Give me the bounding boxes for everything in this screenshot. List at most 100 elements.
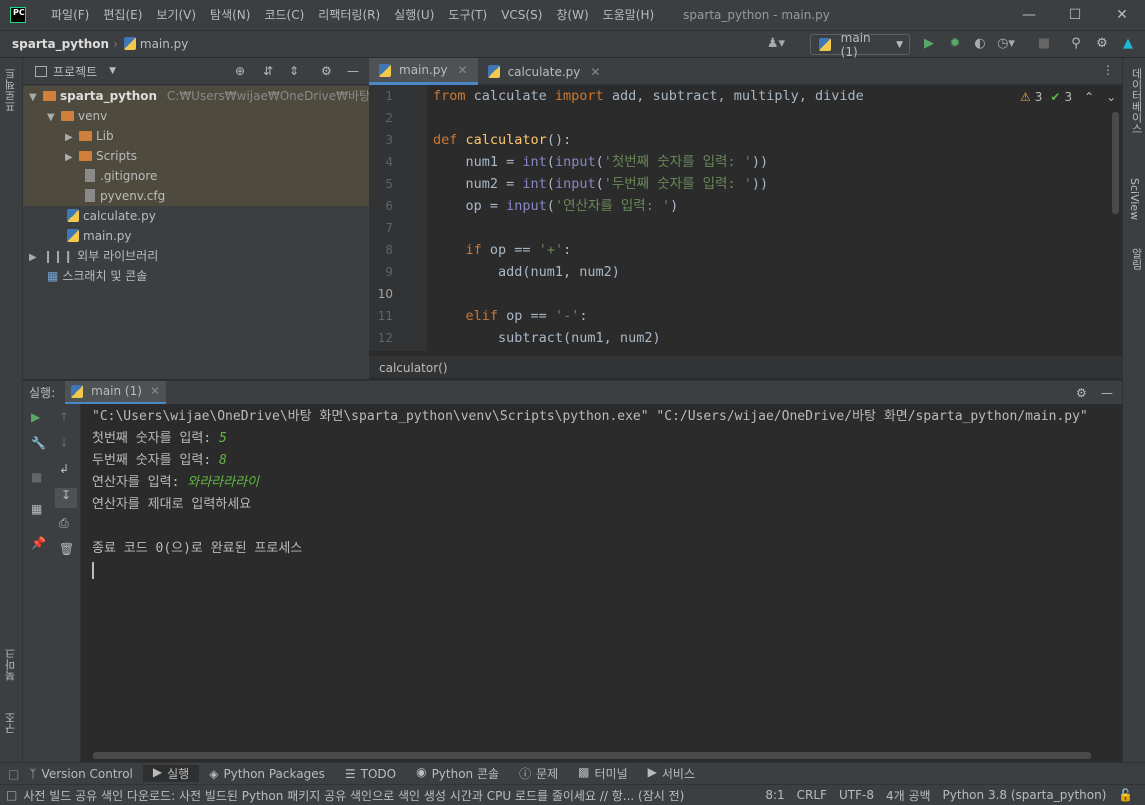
sciview-tool-tab[interactable]: SciView	[1128, 178, 1141, 220]
settings-icon[interactable]: ⚙	[1092, 34, 1112, 54]
menu-refactor[interactable]: 리팩터링(R)	[311, 0, 387, 30]
menu-help[interactable]: 도움말(H)	[596, 0, 662, 30]
run-tab-main[interactable]: main (1) ✕	[65, 380, 166, 405]
breadcrumb-file[interactable]: main.py	[123, 37, 188, 51]
tree-item-venv[interactable]: ▼ venv	[23, 106, 369, 126]
code-breadcrumb[interactable]: calculator()	[369, 356, 1122, 378]
maximize-button[interactable]: ☐	[1052, 0, 1098, 30]
status-message[interactable]: 사전 빌드 공유 색인 다운로드: 사전 빌드된 Python 패키지 공유 색…	[17, 787, 759, 804]
tab-terminal[interactable]: ▩ 터미널	[568, 765, 637, 782]
gear-icon[interactable]: ⚙	[321, 64, 332, 78]
code-line: subtract(num1, num2)	[433, 330, 661, 346]
editor-scrollbar[interactable]	[1112, 112, 1119, 214]
tree-item-pyvenv[interactable]: pyvenv.cfg	[23, 186, 369, 206]
close-tab-icon[interactable]: ✕	[150, 384, 160, 398]
lock-icon[interactable]: 🔓	[1112, 788, 1139, 802]
console-h-scrollbar[interactable]	[93, 752, 1091, 759]
collapse-arrow-icon[interactable]: ▶	[29, 248, 43, 268]
menu-view[interactable]: 보기(V)	[149, 0, 203, 30]
expand-arrow-icon[interactable]: ▼	[47, 108, 61, 128]
menu-edit[interactable]: 편집(E)	[96, 0, 149, 30]
menu-vcs[interactable]: VCS(S)	[494, 0, 549, 30]
inspection-widget[interactable]: ⚠ 3 ✔ 3 ⌃ ⌄	[1020, 90, 1116, 104]
tab-todo[interactable]: ☰ TODO	[335, 767, 406, 781]
status-panel-icon[interactable]: □	[6, 788, 17, 802]
tab-main-py[interactable]: main.py ✕	[369, 58, 478, 85]
bookmarks-tool-tab[interactable]: 북마크	[3, 648, 19, 681]
rerun-icon[interactable]: ▶	[31, 410, 40, 424]
python-interpreter[interactable]: Python 3.8 (sparta_python)	[937, 788, 1113, 802]
tree-item-calculate[interactable]: calculate.py	[23, 206, 369, 226]
tab-calculate-py[interactable]: calculate.py ✕	[478, 58, 611, 85]
toggle-panels-icon[interactable]: □	[8, 767, 19, 781]
tab-problems[interactable]: ⓘ 문제	[509, 765, 568, 782]
close-tab-icon[interactable]: ✕	[458, 63, 468, 77]
notifications-tool-tab[interactable]: 알림	[1128, 248, 1144, 270]
scroll-to-end-icon[interactable]: ↧	[55, 488, 77, 508]
tab-version-control[interactable]: ᛉ Version Control	[19, 767, 143, 781]
up-arrow-icon[interactable]: ↑	[59, 410, 69, 424]
run-icon[interactable]: ▶	[919, 34, 939, 54]
tab-run[interactable]: ▶ 실행	[142, 765, 200, 782]
tree-item-external-libraries[interactable]: ▶ ❙❙❙ 외부 라이브러리	[23, 246, 369, 266]
collapse-all-icon[interactable]: ⇕	[289, 64, 299, 78]
menu-navigate[interactable]: 탐색(N)	[203, 0, 257, 30]
search-icon[interactable]: ⚲	[1066, 34, 1086, 54]
collapse-arrow-icon[interactable]: ▶	[65, 128, 79, 148]
minimize-button[interactable]: —	[1006, 0, 1052, 30]
code-editor[interactable]: from calculate import add, subtract, mul…	[427, 85, 1107, 351]
breadcrumb-project[interactable]: sparta_python	[12, 37, 109, 51]
indent-setting[interactable]: 4개 공백	[880, 787, 937, 804]
account-icon[interactable]: ♟▾	[766, 34, 786, 54]
wrench-icon[interactable]: 🔧	[31, 436, 46, 450]
tree-item-root[interactable]: ▼ sparta_python C:₩Users₩wijae₩OneDrive₩바…	[23, 86, 429, 108]
layout-icon[interactable]: ▦	[31, 502, 42, 516]
expand-arrow-icon[interactable]: ▼	[29, 88, 43, 108]
file-encoding[interactable]: UTF-8	[833, 788, 880, 802]
line-separator[interactable]: CRLF	[791, 788, 833, 802]
chevron-up-icon[interactable]: ⌃	[1084, 90, 1094, 104]
close-tab-icon[interactable]: ✕	[590, 65, 600, 79]
menu-tools[interactable]: 도구(T)	[441, 0, 494, 30]
menu-file[interactable]: 파일(F)	[44, 0, 96, 30]
soft-wrap-icon[interactable]: ↲	[59, 462, 69, 476]
trash-icon[interactable]: 🗑	[59, 542, 74, 556]
chevron-down-icon[interactable]: ▼	[109, 66, 116, 76]
collapse-arrow-icon[interactable]: ▶	[65, 148, 79, 168]
print-icon[interactable]: ⎙	[59, 516, 69, 531]
close-window-button[interactable]: ✕	[1099, 0, 1145, 30]
locate-file-icon[interactable]: ⊕	[235, 64, 245, 78]
structure-tool-tab[interactable]: 구조	[3, 712, 19, 734]
chevron-down-icon[interactable]: ⌄	[1106, 90, 1116, 104]
menu-window[interactable]: 창(W)	[549, 0, 595, 30]
caret-position[interactable]: 8:1	[759, 788, 790, 802]
project-tool-tab[interactable]: 프로젝트	[3, 68, 19, 112]
tree-item-main[interactable]: main.py	[23, 226, 369, 246]
run-configuration-select[interactable]: main (1) ▼	[810, 31, 910, 59]
tree-item-gitignore[interactable]: .gitignore	[23, 166, 369, 186]
hide-panel-icon[interactable]: —	[1101, 386, 1113, 400]
tree-item-scripts[interactable]: ▶ Scripts	[23, 146, 369, 166]
profile-icon[interactable]: ◷▾	[996, 34, 1016, 54]
more-tabs-icon[interactable]: ⋮	[1102, 63, 1114, 77]
database-tool-tab[interactable]: 데이터베이스	[1128, 68, 1144, 134]
stop-icon[interactable]: ■	[1034, 34, 1054, 54]
tree-item-scratches[interactable]: ▦ 스크래치 및 콘솔	[23, 266, 369, 286]
coverage-icon[interactable]: ◐	[970, 34, 990, 54]
tab-python-console[interactable]: ◉ Python 콘솔	[406, 765, 509, 782]
gear-icon[interactable]: ⚙	[1076, 386, 1087, 400]
debug-icon[interactable]: ✹	[945, 34, 965, 54]
tab-python-packages[interactable]: ◈ Python Packages	[199, 767, 335, 781]
down-arrow-icon[interactable]: ↓	[59, 436, 69, 450]
plugin-icon[interactable]: ▲	[1118, 34, 1138, 54]
run-console[interactable]: "C:\Users\wijae\OneDrive\바탕 화면\sparta_py…	[81, 404, 1122, 762]
pin-icon[interactable]: 📌	[31, 536, 46, 550]
stop-icon[interactable]: ■	[31, 470, 42, 484]
menu-run[interactable]: 실행(U)	[387, 0, 441, 30]
project-view-select[interactable]: 프로젝트	[53, 63, 97, 80]
tab-services[interactable]: ▶ 서비스	[638, 765, 705, 782]
expand-all-icon[interactable]: ⇵	[263, 64, 273, 78]
menu-code[interactable]: 코드(C)	[257, 0, 311, 30]
tree-item-lib[interactable]: ▶ Lib	[23, 126, 369, 146]
hide-panel-icon[interactable]: —	[347, 64, 359, 78]
